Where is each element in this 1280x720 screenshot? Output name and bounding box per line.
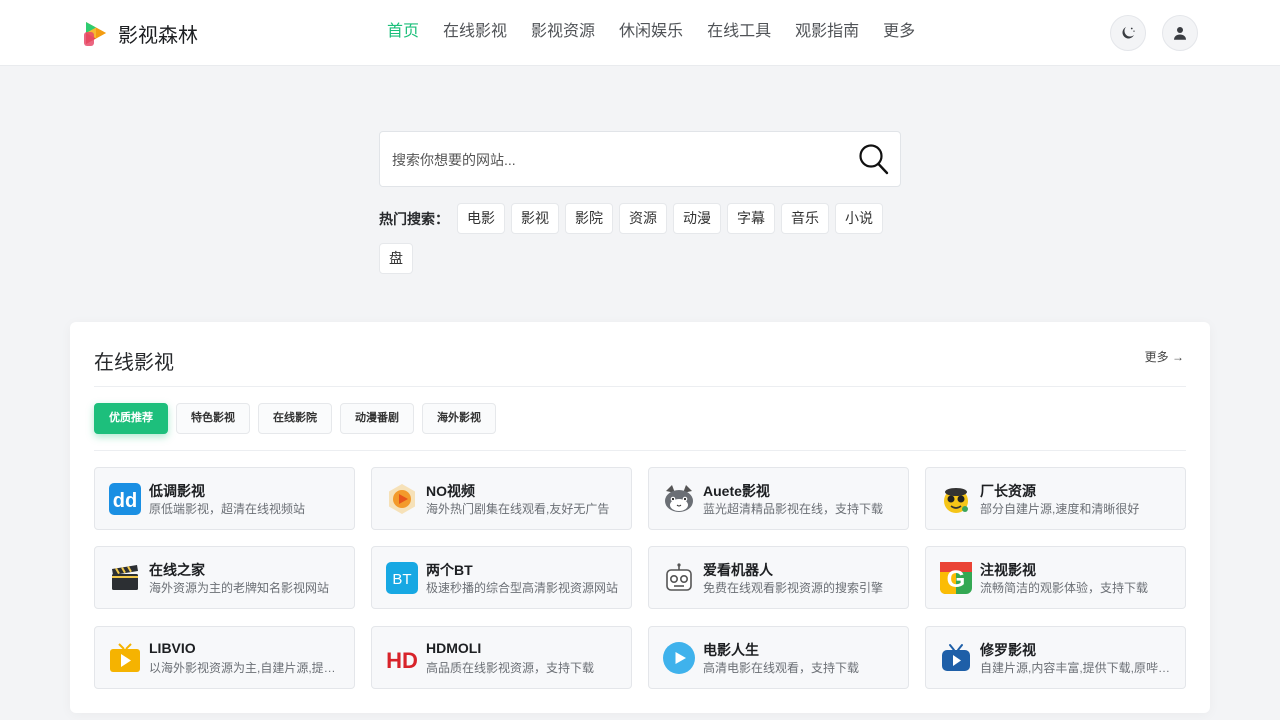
site-card[interactable]: BT 两个BT 极速秒播的综合型高清影视资源网站 — [371, 546, 632, 609]
site-desc: 海外热门剧集在线观看,友好无广告 — [426, 502, 610, 516]
site-desc: 免费在线观看影视资源的搜索引擎 — [703, 581, 884, 595]
hot-tag[interactable]: 盘 — [379, 243, 413, 274]
hot-tag[interactable]: 动漫 — [673, 203, 721, 234]
site-card[interactable]: dd 低调影视 原低端影视，超清在线视频站 — [94, 467, 355, 530]
search-button[interactable] — [858, 142, 890, 176]
site-desc: 以海外影视资源为主,自建片源,提供下载 — [149, 661, 345, 675]
robot-icon — [666, 563, 692, 591]
site-desc: 极速秒播的综合型高清影视资源网站 — [426, 581, 619, 595]
tab-overseas[interactable]: 海外影视 — [422, 403, 496, 434]
play-hexagon-icon — [389, 484, 415, 514]
tab-featured[interactable]: 特色影视 — [176, 403, 250, 434]
site-name: LIBVIO — [149, 640, 196, 656]
cat-icon — [665, 485, 693, 512]
blue-tv-icon — [942, 644, 970, 671]
mascot-icon — [944, 488, 968, 513]
more-label: 更多 — [1144, 350, 1169, 364]
moon-icon — [1122, 27, 1135, 39]
site-name: HDMOLI — [426, 640, 482, 656]
divider — [94, 386, 1186, 387]
site-card[interactable]: 爱看机器人 免费在线观看影视资源的搜索引擎 — [648, 546, 909, 609]
tab-recommended[interactable]: 优质推荐 — [94, 403, 168, 434]
site-desc: 高品质在线影视资源，支持下载 — [426, 661, 595, 675]
tv-play-icon — [110, 643, 140, 672]
site-desc: 部分自建片源,速度和清晰很好 — [980, 502, 1140, 516]
dark-mode-button[interactable] — [1110, 15, 1146, 51]
site-name: 电影人生 — [703, 642, 759, 658]
site-desc: 蓝光超清精品影视在线，支持下载 — [703, 502, 884, 516]
user-icon — [1174, 27, 1186, 40]
site-name: 爱看机器人 — [703, 562, 773, 578]
more-link[interactable]: 更多 → — [1145, 348, 1184, 365]
section-tabs: 优质推荐 特色影视 在线影院 动漫番剧 海外影视 — [94, 403, 504, 434]
section-title: 在线影视 — [94, 352, 174, 374]
site-name: 在线之家 — [149, 562, 205, 578]
site-card[interactable]: 电影人生 高清电影在线观看，支持下载 — [648, 626, 909, 689]
svg-text:dd: dd — [113, 490, 137, 512]
site-desc: 海外资源为主的老牌知名影视网站 — [149, 581, 330, 595]
site-card[interactable]: 厂长资源 部分自建片源,速度和清晰很好 — [925, 467, 1186, 530]
hot-tag[interactable]: 影院 — [565, 203, 613, 234]
site-card[interactable]: NO视频 海外热门剧集在线观看,友好无广告 — [371, 467, 632, 530]
site-card[interactable]: HD HDMOLI 高品质在线影视资源，支持下载 — [371, 626, 632, 689]
site-name: 厂长资源 — [980, 483, 1036, 499]
hot-tag[interactable]: 字幕 — [727, 203, 775, 234]
brand-name: 影视森林 — [118, 24, 198, 47]
nav-online-video[interactable]: 在线影视 — [443, 22, 507, 42]
main-nav: 首页 在线影视 影视资源 休闲娱乐 在线工具 观影指南 更多 — [387, 22, 939, 42]
nav-entertainment[interactable]: 休闲娱乐 — [619, 22, 683, 42]
divider — [94, 450, 1186, 451]
site-card[interactable]: G 注视影视 流畅简洁的观影体验，支持下载 — [925, 546, 1186, 609]
svg-text:HD: HD — [386, 648, 418, 673]
play-circle-icon — [663, 642, 695, 674]
tab-online-cinema[interactable]: 在线影院 — [258, 403, 332, 434]
top-header: 影视森林 首页 在线影视 影视资源 休闲娱乐 在线工具 观影指南 更多 — [0, 0, 1280, 66]
hot-tag[interactable]: 电影 — [457, 203, 505, 234]
hot-tag[interactable]: 音乐 — [781, 203, 829, 234]
bt-icon: BT — [386, 562, 418, 594]
nav-online-tools[interactable]: 在线工具 — [707, 22, 771, 42]
nav-viewing-guide[interactable]: 观影指南 — [795, 22, 859, 42]
svg-text:BT: BT — [392, 571, 411, 588]
search-box — [379, 131, 901, 187]
site-desc: 原低端影视，超清在线视频站 — [149, 502, 306, 516]
dd-icon: dd — [109, 483, 141, 515]
svg-text:G: G — [947, 566, 966, 593]
hot-search-label: 热门搜索： — [379, 211, 449, 227]
brand-logo-icon — [84, 22, 106, 46]
site-name: 修罗影视 — [980, 642, 1036, 658]
search-icon — [859, 144, 889, 175]
user-button[interactable] — [1162, 15, 1198, 51]
hd-icon: HD — [386, 648, 418, 673]
site-card[interactable]: 修罗影视 自建片源,内容丰富,提供下载,原哔嘀影视 — [925, 626, 1186, 689]
clapperboard-icon — [112, 565, 138, 590]
tab-anime[interactable]: 动漫番剧 — [340, 403, 414, 434]
online-video-section: 在线影视 更多 → 优质推荐 特色影视 在线影院 动漫番剧 海外影视 dd 低调… — [70, 322, 1210, 713]
site-name: 注视影视 — [980, 562, 1036, 578]
hot-tag[interactable]: 小说 — [835, 203, 883, 234]
hot-tag[interactable]: 资源 — [619, 203, 667, 234]
site-name: 低调影视 — [149, 483, 205, 499]
arrow-right-icon: → — [1172, 350, 1184, 364]
site-desc: 流畅简洁的观影体验，支持下载 — [980, 581, 1149, 595]
site-name: Auete影视 — [703, 483, 770, 499]
search-input[interactable] — [392, 149, 842, 171]
brand-logo[interactable]: 影视森林 — [82, 18, 198, 48]
site-card[interactable]: 在线之家 海外资源为主的老牌知名影视网站 — [94, 546, 355, 609]
nav-more[interactable]: 更多 — [883, 22, 915, 42]
site-desc: 高清电影在线观看，支持下载 — [703, 661, 860, 675]
nav-video-resources[interactable]: 影视资源 — [531, 22, 595, 42]
nav-home[interactable]: 首页 — [387, 22, 419, 42]
hot-tag[interactable]: 影视 — [511, 203, 559, 234]
site-card[interactable]: LIBVIO 以海外影视资源为主,自建片源,提供下载 — [94, 626, 355, 689]
site-name: 两个BT — [426, 562, 473, 578]
g-icon: G — [940, 562, 972, 594]
site-desc: 自建片源,内容丰富,提供下载,原哔嘀影视 — [980, 661, 1176, 675]
site-name: NO视频 — [426, 483, 475, 499]
site-card[interactable]: Auete影视 蓝光超清精品影视在线，支持下载 — [648, 467, 909, 530]
